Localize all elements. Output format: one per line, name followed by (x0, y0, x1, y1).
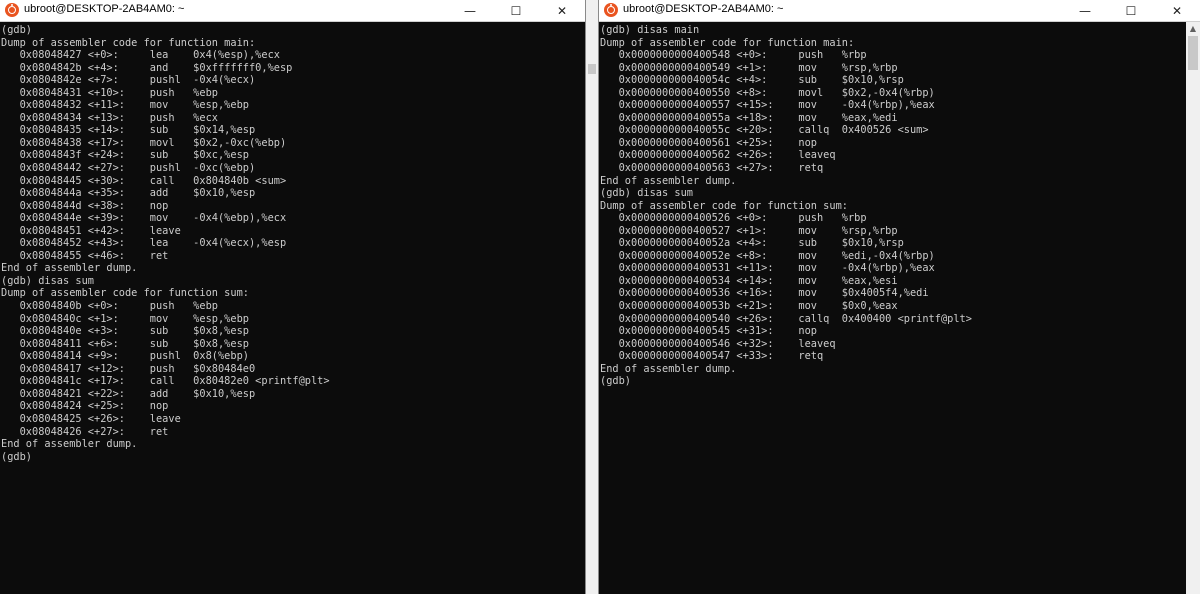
terminal-line: (gdb) (600, 375, 631, 388)
close-icon[interactable]: ✕ (539, 0, 585, 21)
terminal-line: 0x0000000000400561 <+25>: nop (600, 136, 817, 149)
terminal-line: 0x0804843f <+24>: sub $0xc,%esp (1, 149, 249, 162)
terminal-line: 0x000000000040054c <+4>: sub $0x10,%rsp (600, 74, 904, 87)
terminal-line: 0x0000000000400546 <+32>: leaveq (600, 337, 836, 350)
terminal-line: 0x08048426 <+27>: ret (1, 425, 169, 438)
terminal-line: 0x0000000000400527 <+1>: mov %rsp,%rbp (600, 224, 898, 237)
terminal-line: 0x08048432 <+11>: mov %esp,%ebp (1, 99, 249, 112)
terminal-line: Dump of assembler code for function sum: (600, 199, 848, 212)
terminal-line: 0x0000000000400526 <+0>: push %rbp (600, 212, 867, 225)
terminal-line: 0x000000000040055c <+20>: callq 0x400526… (600, 124, 929, 137)
minimize-icon[interactable]: — (447, 0, 493, 21)
window-controls: — ☐ ✕ (447, 0, 585, 21)
terminal-line: 0x0000000000400562 <+26>: leaveq (600, 149, 836, 162)
title-bar[interactable]: ubroot@DESKTOP-2AB4AM0: ~ — ☐ ✕ (599, 0, 1200, 22)
vertical-scrollbar[interactable]: ▲ (1186, 22, 1200, 594)
terminal-line: 0x0000000000400545 <+31>: nop (600, 325, 817, 338)
terminal-line: 0x000000000040055a <+18>: mov %eax,%edi (600, 111, 898, 124)
terminal-line: 0x0804842b <+4>: and $0xfffffff0,%esp (1, 61, 293, 74)
terminal-line: 0x0804840c <+1>: mov %esp,%ebp (1, 312, 249, 325)
ubuntu-icon (5, 3, 19, 17)
terminal-line: 0x08048421 <+22>: add $0x10,%esp (1, 387, 256, 400)
terminal-line: 0x08048425 <+26>: leave (1, 412, 181, 425)
terminal-line: 0x0000000000400548 <+0>: push %rbp (600, 49, 867, 62)
terminal-line: 0x0804844a <+35>: add $0x10,%esp (1, 187, 256, 200)
minimize-icon[interactable]: — (1062, 0, 1108, 21)
terminal-line: (gdb) (1, 24, 32, 36)
terminal-line: 0x000000000040052e <+8>: mov %edi,-0x4(%… (600, 249, 935, 262)
terminal-line: 0x0804844d <+38>: nop (1, 199, 169, 212)
terminal-line: End of assembler dump. (1, 438, 138, 451)
terminal-line: 0x08048451 <+42>: leave (1, 224, 181, 237)
terminal-line: 0x0000000000400563 <+27>: retq (600, 162, 824, 175)
terminal-line: (gdb) disas main (600, 24, 700, 36)
terminal-line: 0x0804840b <+0>: push %ebp (1, 300, 218, 313)
scroll-up-icon[interactable]: ▲ (1186, 22, 1200, 36)
terminal-line: 0x08048435 <+14>: sub $0x14,%esp (1, 124, 256, 137)
terminal-line: 0x08048411 <+6>: sub $0x8,%esp (1, 337, 249, 350)
terminal-line: 0x0804841c <+17>: call 0x80482e0 <printf… (1, 375, 330, 388)
terminal-line: 0x08048427 <+0>: lea 0x4(%esp),%ecx (1, 49, 280, 62)
terminal-output[interactable]: (gdb) Dump of assembler code for function… (0, 22, 585, 594)
terminal-line: 0x0000000000400547 <+33>: retq (600, 350, 824, 363)
terminal-line: 0x0804844e <+39>: mov -0x4(%ebp),%ecx (1, 212, 287, 225)
terminal-line: Dump of assembler code for function main… (600, 36, 855, 49)
terminal-line: (gdb) disas sum (600, 187, 693, 200)
terminal-line: 0x0000000000400534 <+14>: mov %eax,%esi (600, 274, 898, 287)
close-icon[interactable]: ✕ (1154, 0, 1200, 21)
terminal-line: 0x08048431 <+10>: push %ebp (1, 86, 218, 99)
terminal-line: 0x08048414 <+9>: pushl 0x8(%ebp) (1, 350, 249, 363)
terminal-line: 0x0804840e <+3>: sub $0x8,%esp (1, 325, 249, 338)
terminal-line: 0x0000000000400540 <+26>: callq 0x400400… (600, 312, 972, 325)
terminal-line: End of assembler dump. (1, 262, 138, 275)
terminal-line: 0x000000000040053b <+21>: mov $0x0,%eax (600, 300, 898, 313)
terminal-line: 0x08048442 <+27>: pushl -0xc(%ebp) (1, 162, 256, 175)
terminal-line: 0x08048434 <+13>: push %ecx (1, 111, 218, 124)
terminal-line: (gdb) (1, 450, 32, 463)
terminal-line: Dump of assembler code for function main… (1, 36, 256, 49)
maximize-icon[interactable]: ☐ (1108, 0, 1154, 21)
terminal-line: 0x08048417 <+12>: push $0x80484e0 (1, 362, 256, 375)
terminal-line: 0x08048438 <+17>: movl $0x2,-0xc(%ebp) (1, 136, 287, 149)
terminal-line: (gdb) disas sum (1, 274, 94, 287)
window-title: ubroot@DESKTOP-2AB4AM0: ~ (24, 3, 185, 15)
terminal-line: 0x0804842e <+7>: pushl -0x4(%ecx) (1, 74, 256, 87)
terminal-line: 0x08048455 <+46>: ret (1, 249, 169, 262)
window-controls: — ☐ ✕ (1062, 0, 1200, 21)
scrollbar-thumb[interactable] (588, 64, 596, 74)
terminal-line: 0x000000000040052a <+4>: sub $0x10,%rsp (600, 237, 904, 250)
terminal-line: 0x0000000000400531 <+11>: mov -0x4(%rbp)… (600, 262, 935, 275)
terminal-output[interactable]: (gdb) disas main Dump of assembler code f… (599, 22, 1186, 594)
terminal-line: End of assembler dump. (600, 362, 737, 375)
window-title: ubroot@DESKTOP-2AB4AM0: ~ (623, 3, 784, 15)
terminal-window-right[interactable]: ubroot@DESKTOP-2AB4AM0: ~ — ☐ ✕ (gdb) di… (598, 0, 1200, 594)
terminal-line: 0x0000000000400549 <+1>: mov %rsp,%rbp (600, 61, 898, 74)
title-bar[interactable]: ubroot@DESKTOP-2AB4AM0: ~ — ☐ ✕ (0, 0, 585, 22)
terminal-line: 0x0000000000400550 <+8>: movl $0x2,-0x4(… (600, 86, 935, 99)
terminal-line: Dump of assembler code for function sum: (1, 287, 249, 300)
terminal-line: End of assembler dump. (600, 174, 737, 187)
terminal-window-left[interactable]: ubroot@DESKTOP-2AB4AM0: ~ — ☐ ✕ (gdb) Dum… (0, 0, 586, 594)
terminal-line: 0x0000000000400557 <+15>: mov -0x4(%rbp)… (600, 99, 935, 112)
terminal-line: 0x08048452 <+43>: lea -0x4(%ecx),%esp (1, 237, 287, 250)
window-gap (586, 0, 598, 594)
scrollbar-thumb[interactable] (1188, 36, 1198, 70)
ubuntu-icon (604, 3, 618, 17)
maximize-icon[interactable]: ☐ (493, 0, 539, 21)
terminal-line: 0x08048424 <+25>: nop (1, 400, 169, 413)
terminal-line: 0x0000000000400536 <+16>: mov $0x4005f4,… (600, 287, 929, 300)
terminal-line: 0x08048445 <+30>: call 0x804840b <sum> (1, 174, 287, 187)
